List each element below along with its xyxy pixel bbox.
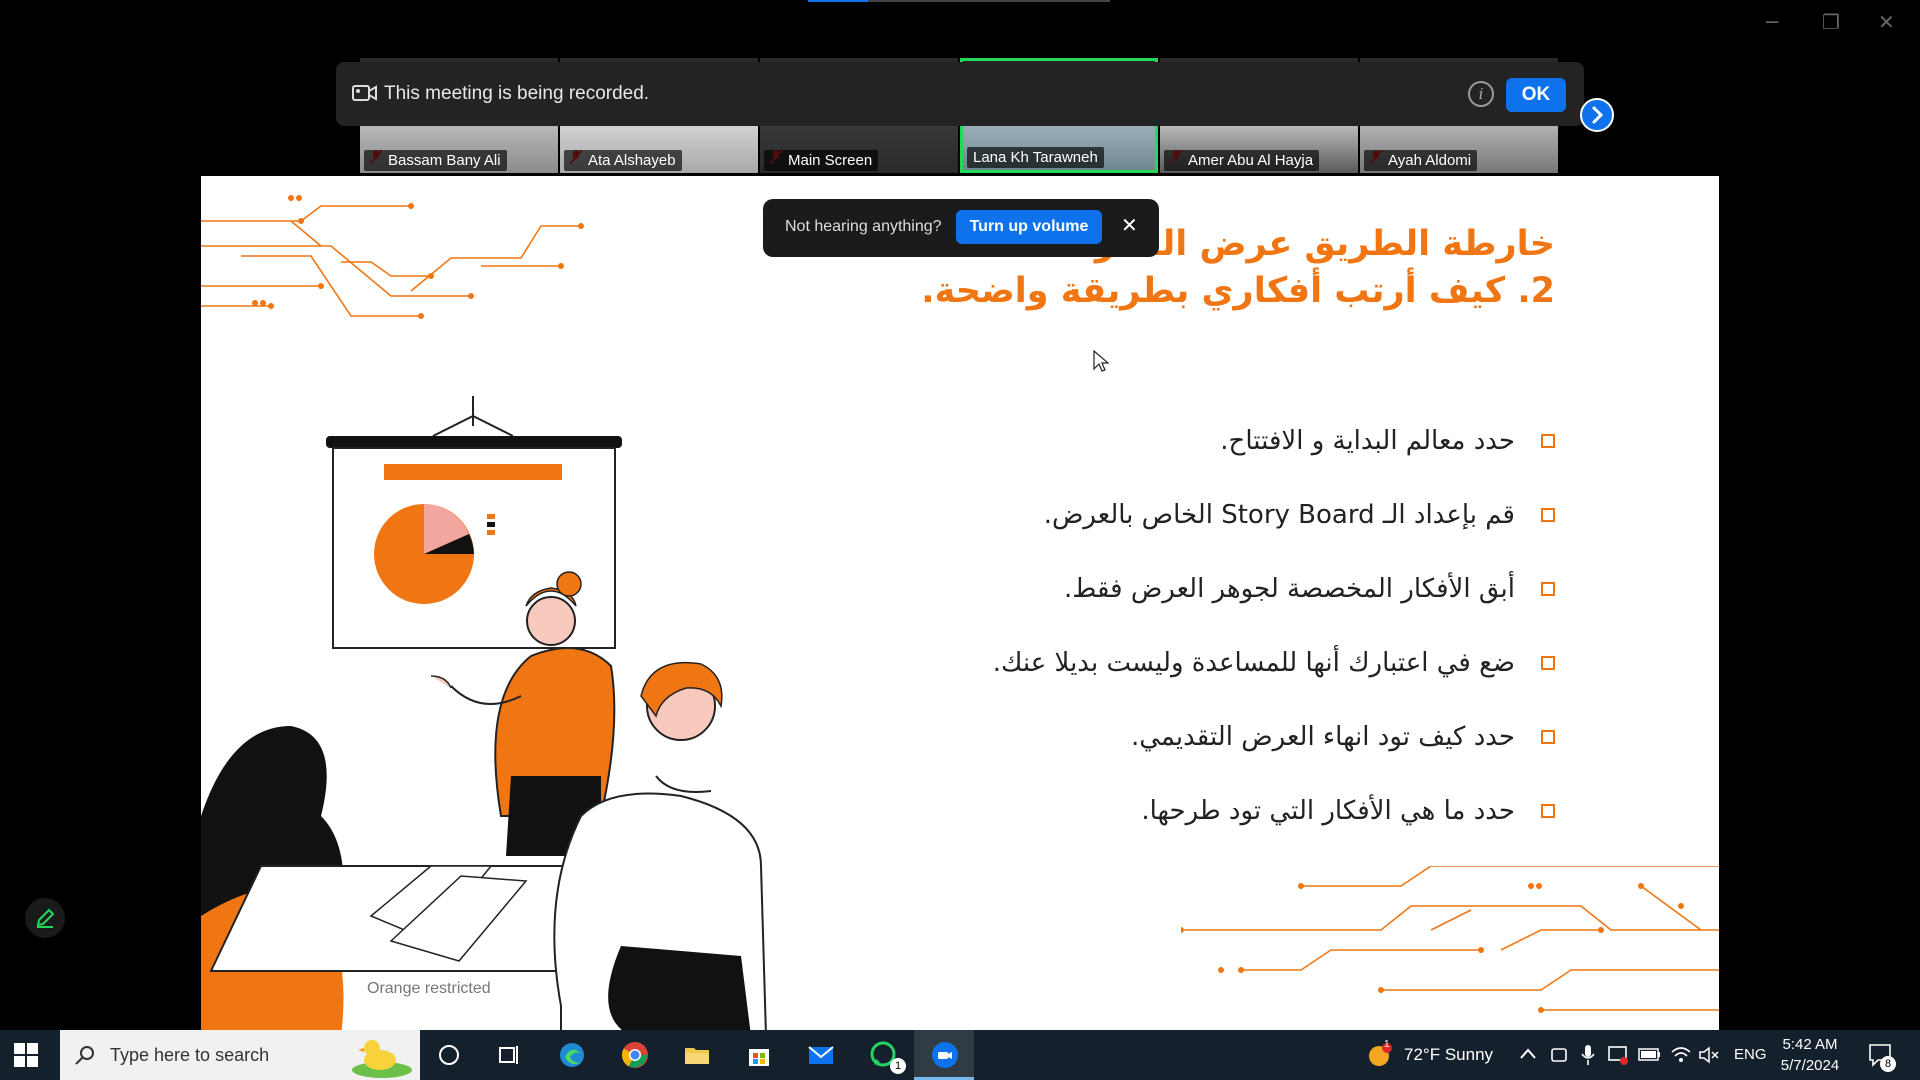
camera-tray-icon[interactable]: [1550, 1045, 1568, 1065]
clock-time: 5:42 AM: [1782, 1036, 1838, 1053]
participant-name: Bassam Bany Ali: [364, 150, 507, 171]
participant-name: Main Screen: [764, 150, 879, 171]
close-icon[interactable]: ✕: [1121, 213, 1138, 237]
duck-decoration-icon: [352, 1040, 412, 1078]
info-icon[interactable]: i: [1468, 81, 1494, 107]
weather-text[interactable]: 72°F Sunny: [1404, 1030, 1493, 1080]
bullet-item: حدد ما هي الأفكار التي تود طرحها.: [695, 774, 1555, 848]
bullet-square-icon: [1541, 434, 1555, 448]
audio-prompt-popup: Not hearing anything? Turn up volume ✕: [763, 199, 1159, 257]
annotate-button[interactable]: [25, 898, 65, 938]
weather-alert-badge: 1: [1384, 1039, 1390, 1050]
wifi-icon[interactable]: [1670, 1044, 1692, 1064]
top-progress-strip: [808, 0, 1110, 2]
speaker-muted-icon[interactable]: [1698, 1045, 1720, 1065]
bullet-square-icon: [1541, 804, 1555, 818]
search-placeholder: Type here to search: [110, 1045, 270, 1065]
edge-icon[interactable]: [557, 1040, 587, 1070]
task-view-icon[interactable]: [494, 1040, 524, 1070]
recording-camera-icon: [352, 85, 377, 101]
whatsapp-badge: 1: [890, 1058, 906, 1074]
windows-taskbar: Type here to search 1 1 72°F Sunny ENG 5…: [0, 1030, 1920, 1080]
participant-name: Ata Alshayeb: [564, 150, 682, 171]
recording-message: This meeting is being recorded.: [384, 83, 650, 104]
taskbar-clock[interactable]: 5:42 AM 5/7/2024: [1760, 1034, 1860, 1076]
file-explorer-icon[interactable]: [682, 1040, 712, 1070]
slide-subtitle: 2. كيف أرتب أفكاري بطريقة واضحة.: [921, 271, 1555, 311]
audio-prompt-text: Not hearing anything?: [785, 218, 942, 235]
bullet-square-icon: [1541, 582, 1555, 596]
chrome-icon[interactable]: [620, 1040, 650, 1070]
chevron-up-icon[interactable]: [1519, 1047, 1537, 1061]
bullet-item: قم بإعداد الـ Story Board الخاص بالعرض.: [695, 478, 1555, 552]
bullet-item: حدد كيف تود انهاء العرض التقديمي.: [695, 700, 1555, 774]
bullet-item: ضع في اعتبارك أنها للمساعدة وليست بديلا …: [695, 626, 1555, 700]
participant-name: Lana Kh Tarawneh: [967, 147, 1104, 168]
bullet-item: حدد معالم البداية و الافتتاح.: [695, 404, 1555, 478]
bullet-list: حدد معالم البداية و الافتتاح. قم بإعداد …: [695, 404, 1555, 848]
shared-slide: خارطة الطريق عرض الفكرة 2. كيف أرتب أفكا…: [201, 176, 1719, 1030]
cortana-icon[interactable]: [434, 1040, 464, 1070]
notification-count-badge: 8: [1880, 1056, 1896, 1072]
microsoft-store-icon[interactable]: [744, 1040, 774, 1070]
circuit-decoration-bottom: [1181, 866, 1719, 1013]
circuit-decoration-top: [201, 195, 584, 319]
mouse-cursor-icon: [1093, 350, 1109, 372]
windows-start-icon[interactable]: [14, 1043, 38, 1067]
restore-button[interactable]: ❐: [1822, 10, 1840, 34]
classification-label: Orange restricted: [367, 980, 491, 997]
bullet-item: أبق الأفكار المخصصة لجوهر العرض فقط.: [695, 552, 1555, 626]
close-window-button[interactable]: ✕: [1878, 10, 1895, 34]
bullet-square-icon: [1541, 656, 1555, 670]
bullet-square-icon: [1541, 730, 1555, 744]
taskbar-search-box[interactable]: Type here to search: [60, 1030, 420, 1080]
participant-name: Ayah Aldomi: [1364, 150, 1478, 171]
turn-up-volume-button[interactable]: Turn up volume: [956, 210, 1102, 244]
recording-banner: This meeting is being recorded. i OK: [336, 62, 1584, 126]
minimize-button[interactable]: ─: [1766, 10, 1778, 34]
zoom-icon[interactable]: [930, 1040, 960, 1070]
next-page-button[interactable]: [1580, 98, 1614, 132]
battery-icon[interactable]: [1638, 1047, 1662, 1063]
search-icon: [75, 1046, 94, 1065]
chevron-right-icon: [1592, 106, 1604, 124]
participant-name: Amer Abu Al Hayja: [1164, 150, 1320, 171]
clock-date: 5/7/2024: [1780, 1057, 1840, 1074]
ok-button[interactable]: OK: [1506, 78, 1566, 112]
pencil-icon: [36, 908, 55, 928]
screen-share-tray-icon[interactable]: [1607, 1044, 1629, 1066]
bullet-square-icon: [1541, 508, 1555, 522]
mail-icon[interactable]: [806, 1040, 836, 1070]
microphone-icon[interactable]: [1580, 1044, 1596, 1066]
